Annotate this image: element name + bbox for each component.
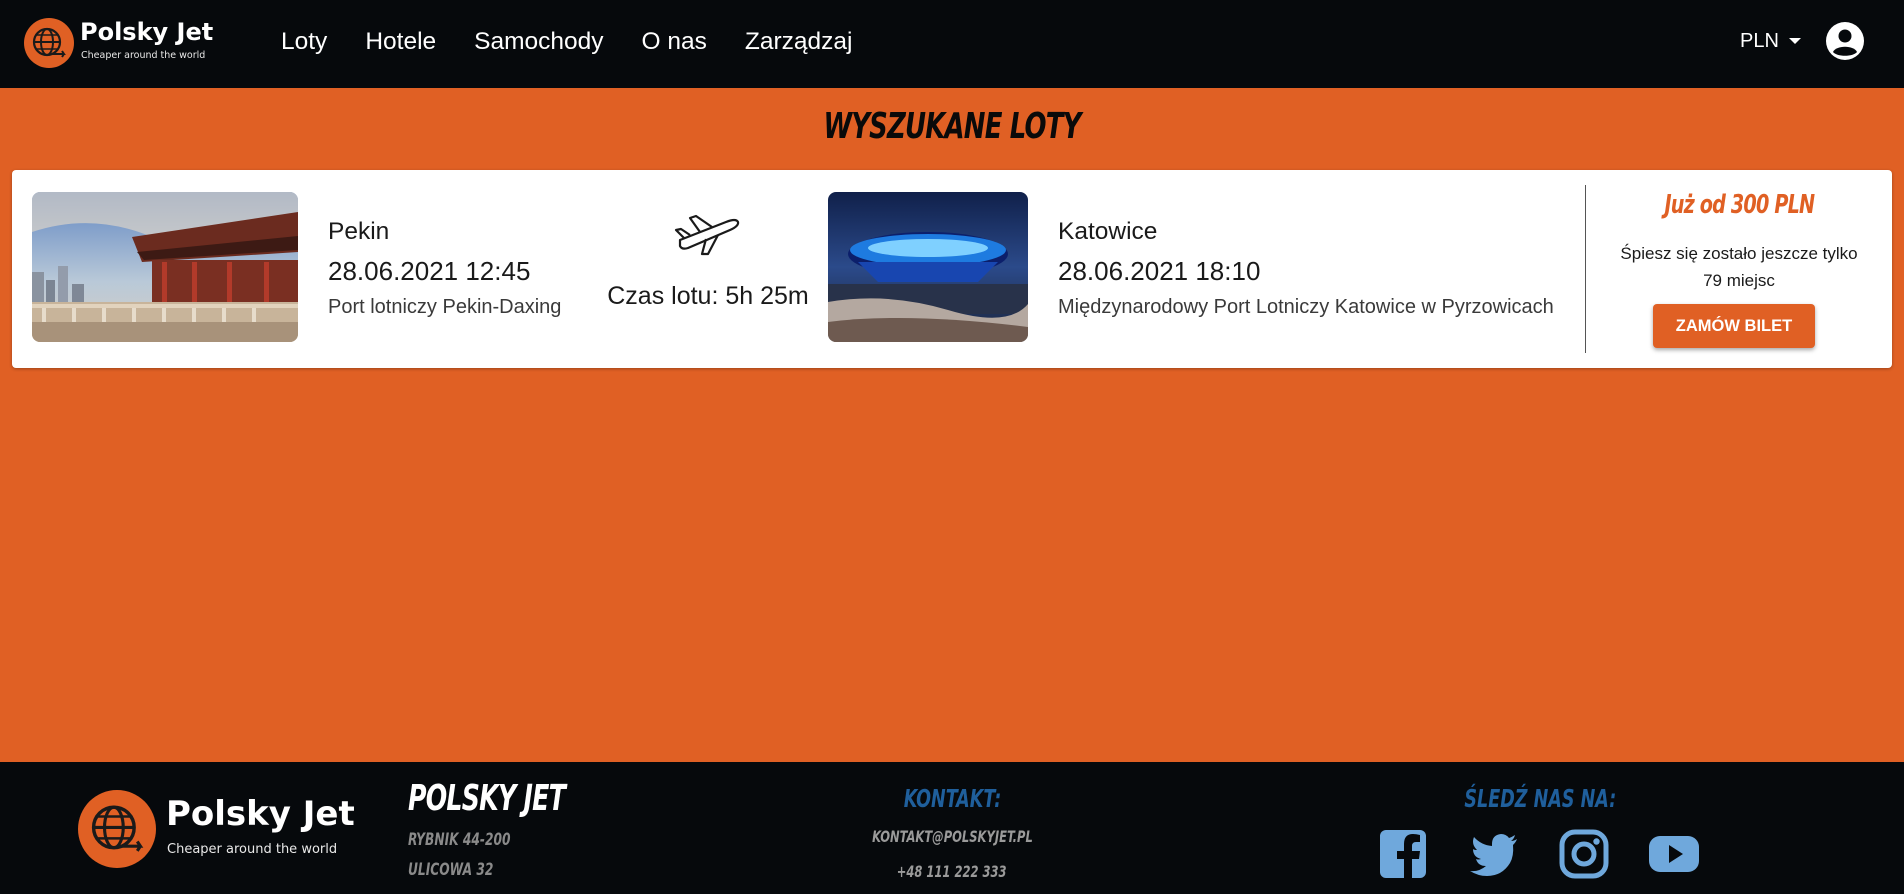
destination-city-photo	[828, 192, 1028, 342]
nav-link-o-nas[interactable]: O nas	[642, 22, 707, 62]
footer-address-line1: Rybnik 44-200	[408, 830, 511, 850]
destination-airport: Międzynarodowy Port Lotniczy Katowice w …	[1058, 296, 1554, 318]
account-circle-icon[interactable]	[1825, 21, 1865, 61]
footer-brand-logo[interactable]: Polsky Jet Cheaper around the world	[78, 788, 378, 868]
globe-plane-icon	[78, 790, 156, 868]
globe-plane-icon	[24, 18, 74, 68]
order-ticket-button[interactable]: Zamów bilet	[1653, 304, 1815, 348]
nav-link-zarzadzaj[interactable]: Zarządzaj	[745, 22, 853, 62]
origin-datetime: 28.06.2021 12:45	[328, 256, 531, 286]
origin-airport: Port lotniczy Pekin-Daxing	[328, 296, 562, 318]
flight-duration: Czas lotu: 5h 25m	[607, 282, 809, 310]
footer-company-title: Polsky Jet	[408, 778, 566, 819]
instagram-icon[interactable]	[1558, 828, 1610, 880]
seats-remaining: Śpiesz się zostało jeszcze tylko 79 miej…	[1620, 244, 1858, 290]
footer-brand-tagline: Cheaper around the world	[167, 842, 338, 857]
destination-datetime: 28.06.2021 18:10	[1058, 256, 1261, 286]
brand-logo[interactable]: Polsky Jet Cheaper around the world	[24, 16, 214, 70]
caret-down-icon	[1788, 38, 1801, 44]
currency-select[interactable]: PLN	[1740, 26, 1801, 56]
social-heading: Śledź nas na:	[1464, 784, 1616, 813]
footer: Polsky Jet Cheaper around the world Pols…	[0, 762, 1904, 894]
twitter-icon[interactable]	[1468, 828, 1520, 880]
origin-city-photo	[32, 192, 298, 342]
airplane-icon	[666, 210, 750, 258]
footer-address-line2: Ulicowa 32	[408, 860, 494, 880]
nav-link-hotele[interactable]: Hotele	[365, 22, 436, 62]
nav-link-loty[interactable]: Loty	[281, 22, 327, 62]
contact-phone[interactable]: +48 111 222 333	[852, 862, 1052, 881]
nav-link-samochody[interactable]: Samochody	[474, 22, 603, 62]
flight-card: Pekin 28.06.2021 12:45 Port lotniczy Pek…	[12, 170, 1892, 368]
footer-brand-name: Polsky Jet	[166, 794, 355, 834]
page-title: Wyszukane loty	[823, 106, 1081, 147]
brand-tagline: Cheaper around the world	[81, 50, 206, 61]
brand-name: Polsky Jet	[80, 18, 214, 46]
facebook-icon[interactable]	[1378, 828, 1430, 880]
origin-city: Pekin	[328, 218, 390, 245]
destination-city: Katowice	[1058, 218, 1158, 245]
top-navbar: Polsky Jet Cheaper around the world Loty…	[0, 0, 1904, 88]
price-label: Już od 300 PLN	[1664, 190, 1815, 220]
nav-links: Loty Hotele Samochody O nas Zarządzaj	[262, 22, 871, 62]
contact-email[interactable]: kontakt@polskyjet.pl	[852, 827, 1052, 846]
contact-heading: Kontakt:	[903, 784, 1001, 813]
youtube-icon[interactable]	[1648, 828, 1700, 880]
currency-value: PLN	[1740, 29, 1779, 52]
